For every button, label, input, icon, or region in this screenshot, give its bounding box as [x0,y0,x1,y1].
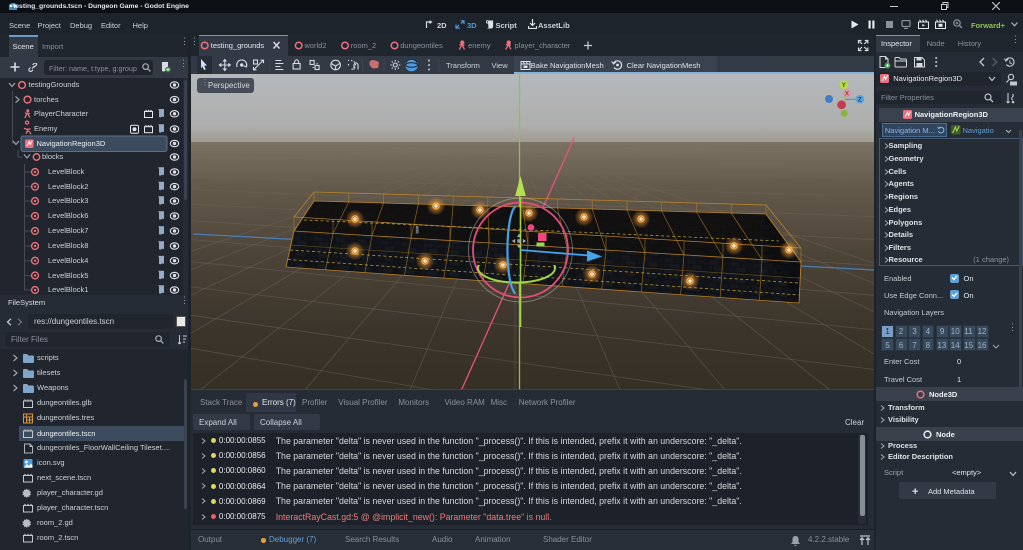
svg-text:X: X [845,90,850,97]
svg-text:Y: Y [842,82,847,89]
svg-text:Z: Z [858,97,862,104]
